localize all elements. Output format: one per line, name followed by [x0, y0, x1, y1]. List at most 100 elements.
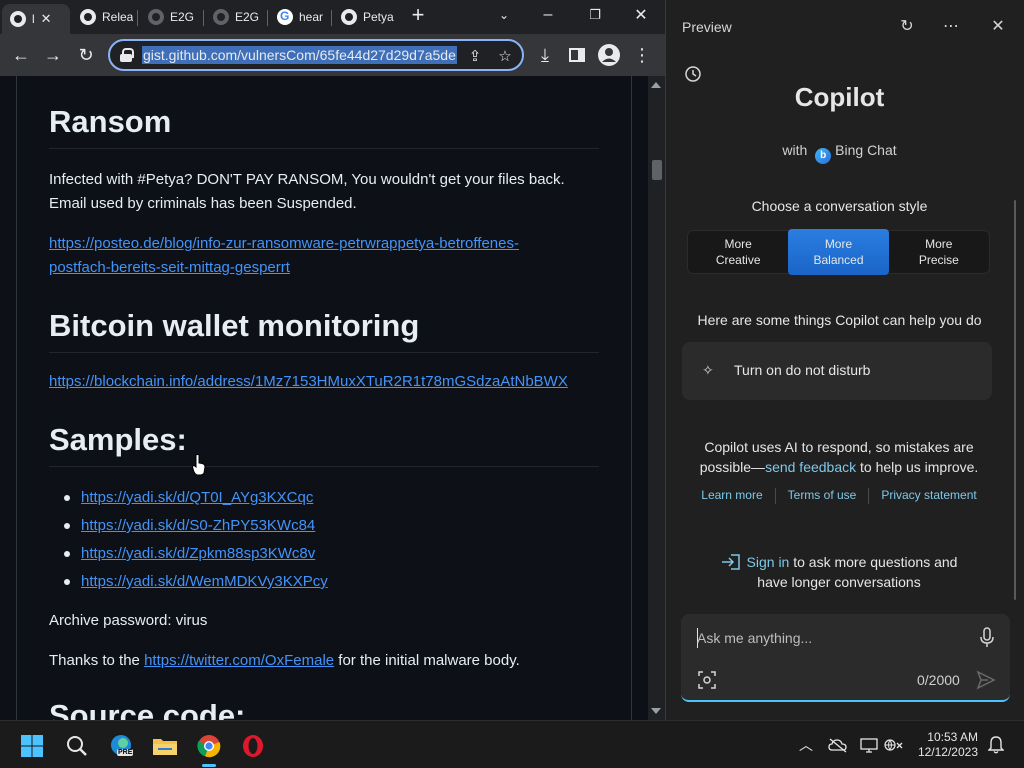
copilot-scrollbar[interactable] [1014, 200, 1016, 600]
show-hidden-icons-button[interactable]: ︿ [796, 735, 816, 755]
send-feedback-link[interactable]: send feedback [765, 459, 856, 475]
heading-ransom: Ransom [49, 104, 599, 149]
posteo-link[interactable]: https://posteo.de/blog/info-zur-ransomwa… [49, 232, 609, 280]
sign-in-line-2: have longer conversations [757, 574, 921, 590]
screenshot-icon[interactable] [698, 671, 716, 689]
heading-source-code: Source code: [49, 698, 246, 720]
ai-disclaimer-line-2: possible—send feedback to help us improv… [683, 457, 995, 477]
bell-icon [988, 736, 1004, 754]
display-icon[interactable] [859, 735, 879, 755]
opera-button[interactable] [236, 729, 270, 763]
list-item: https://yadi.sk/d/WemMDKVy3KXPcy [49, 568, 589, 596]
style-balanced-button[interactable]: More Balanced [788, 229, 889, 275]
restore-button[interactable]: ❐ [581, 2, 609, 28]
ransom-line-1: Infected with #Petya? DON'T PAY RANSOM, … [49, 171, 565, 188]
tab-separator [203, 10, 204, 26]
chrome-button[interactable] [192, 729, 226, 767]
privacy-statement-link[interactable]: Privacy statement [869, 488, 988, 504]
side-panel-button[interactable] [564, 42, 590, 68]
back-button[interactable]: ← [8, 42, 34, 68]
edge-preview-button[interactable]: PRE [105, 729, 139, 763]
tab-4-label: E2G [235, 10, 260, 24]
search-button[interactable] [60, 729, 94, 763]
tab-6[interactable]: Petya [333, 4, 395, 30]
onedrive-icon[interactable] [828, 735, 848, 755]
ai-disclaimer-text-b: to help us improve. [856, 459, 979, 475]
download-button[interactable]: ⤓ [532, 42, 558, 68]
new-tab-button[interactable]: + [404, 2, 432, 28]
edge-pre-badge: PRE [117, 749, 134, 756]
posteo-link-line-1[interactable]: https://posteo.de/blog/info-zur-ransomwa… [49, 232, 609, 256]
url-text[interactable]: gist.github.com/vulnersCom/65fe44d27d29d… [142, 46, 457, 64]
copilot-heading: Copilot [794, 82, 885, 112]
refresh-icon[interactable]: ↻ [895, 14, 919, 38]
page-scrollbar[interactable] [648, 76, 665, 720]
notifications-button[interactable] [986, 735, 1006, 755]
menu-button[interactable]: ⋮ [629, 42, 655, 68]
thanks-suffix: for the initial malware body. [334, 652, 520, 669]
tab-separator [331, 10, 332, 26]
sign-in-link[interactable]: Sign in [747, 554, 790, 570]
legal-links: Learn more Terms of use Privacy statemen… [683, 488, 995, 504]
sample-link-3[interactable]: https://yadi.sk/d/Zpkm88sp3KWc8v [81, 545, 315, 562]
tab-5[interactable]: hear [269, 4, 329, 30]
tab-separator [267, 10, 268, 26]
close-window-button[interactable]: ✕ [627, 2, 655, 28]
learn-more-link[interactable]: Learn more [689, 488, 774, 504]
file-explorer-button[interactable] [148, 729, 182, 763]
start-button[interactable] [15, 729, 49, 763]
reload-button[interactable]: ↻ [73, 42, 99, 68]
ransom-line-2: Email used by criminals has been Suspend… [49, 195, 357, 212]
thanks-prefix: Thanks to the [49, 652, 145, 669]
scroll-up-icon[interactable] [651, 82, 661, 88]
scrollbar-thumb[interactable] [652, 160, 662, 180]
style-creative-button[interactable]: More Creative [688, 231, 788, 273]
profile-button[interactable] [596, 42, 622, 68]
minimize-button[interactable]: – [534, 2, 562, 28]
tab-3-label: E2G [170, 10, 195, 24]
style-precise-button[interactable]: More Precise [889, 231, 989, 273]
more-vertical-icon: ⋮ [633, 44, 651, 65]
address-bar[interactable]: gist.github.com/vulnersCom/65fe44d27d29d… [108, 39, 524, 71]
ransom-paragraph: Infected with #Petya? DON'T PAY RANSOM, … [49, 168, 609, 216]
more-options-icon[interactable]: ⋯ [939, 14, 963, 38]
sample-link-4[interactable]: https://yadi.sk/d/WemMDKVy3KXPcy [81, 573, 328, 590]
share-icon[interactable]: ⇪ [464, 45, 486, 67]
twitter-link[interactable]: https://twitter.com/OxFemale [144, 652, 334, 669]
network-volume-icon[interactable] [884, 735, 904, 755]
tab-4[interactable]: E2G [205, 4, 265, 30]
github-icon [213, 9, 229, 25]
chat-input-box[interactable]: Ask me anything... 0/2000 [681, 614, 1010, 702]
terms-of-use-link[interactable]: Terms of use [776, 488, 869, 504]
forward-button[interactable]: → [40, 42, 66, 68]
list-item: https://yadi.sk/d/Zpkm88sp3KWc8v [49, 540, 589, 568]
microphone-icon[interactable] [979, 627, 995, 649]
sample-link-2[interactable]: https://yadi.sk/d/S0-ZhPY53KWc84 [81, 517, 315, 534]
archive-password: Archive password: virus [49, 612, 208, 629]
copilot-scroll-area: Copilot with b Bing Chat Choose a convers… [667, 60, 1023, 605]
opera-icon [243, 735, 263, 757]
tab-1-label: l [32, 12, 35, 26]
posteo-link-line-2[interactable]: postfach-bereits-seit-mittag-gesperrt [49, 256, 609, 280]
tab-search-button[interactable]: ⌄ [490, 2, 518, 28]
blockchain-link[interactable]: https://blockchain.info/address/1Mz7153H… [49, 373, 568, 390]
close-tab-icon[interactable]: ✕ [41, 11, 52, 27]
list-item: https://yadi.sk/d/QT0I_AYg3KXCqc [49, 484, 589, 512]
tab-2[interactable]: Relea [72, 4, 134, 30]
sign-in-icon [721, 554, 740, 570]
chat-input-placeholder[interactable]: Ask me anything... [697, 630, 812, 646]
browser-toolbar: ← → ↻ gist.github.com/vulnersCom/65fe44d… [0, 34, 665, 76]
scroll-down-icon[interactable] [651, 708, 661, 714]
page-viewport: Ransom Infected with #Petya? DON'T PAY R… [0, 76, 665, 720]
suggestion-card[interactable]: ✧ Turn on do not disturb [682, 342, 992, 400]
send-icon[interactable] [976, 670, 996, 690]
tab-3[interactable]: E2G [140, 4, 202, 30]
tab-1[interactable]: l ✕ [2, 4, 70, 34]
close-pane-icon[interactable]: ✕ [986, 14, 1010, 38]
desktop: l ✕ Relea E2G E2G hear [0, 0, 1024, 768]
system-clock[interactable]: 10:53 AM 12/12/2023 [912, 730, 978, 760]
sample-link-1[interactable]: https://yadi.sk/d/QT0I_AYg3KXCqc [81, 489, 313, 506]
star-icon[interactable]: ☆ [494, 45, 516, 67]
tab-strip: l ✕ Relea E2G E2G hear [0, 0, 665, 34]
tab-separator [137, 10, 138, 26]
